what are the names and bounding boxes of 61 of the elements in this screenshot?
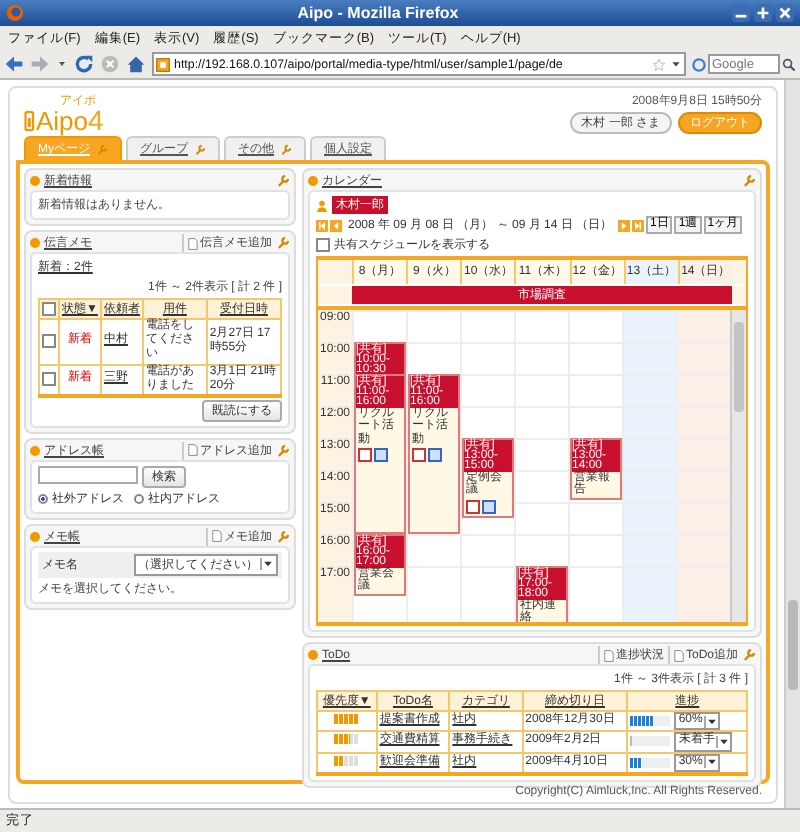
logo-version-text: 4	[88, 106, 104, 134]
caret-icon[interactable]	[704, 756, 719, 769]
wrench-icon[interactable]	[742, 174, 756, 188]
previous-day-icon[interactable]	[330, 219, 342, 232]
bullet-icon	[308, 650, 318, 661]
wrench-icon[interactable]	[276, 529, 290, 544]
row-checkbox[interactable]	[42, 371, 56, 386]
row-checkbox[interactable]	[42, 333, 56, 348]
caret-icon[interactable]	[716, 735, 731, 748]
bullet-icon	[30, 238, 40, 248]
wrench-icon[interactable]	[194, 143, 206, 155]
minimize-icon[interactable]	[732, 4, 750, 22]
wrench-icon[interactable]	[276, 174, 290, 188]
document-icon[interactable]	[673, 649, 684, 662]
browser-logo-icon	[6, 4, 24, 22]
next-week-icon[interactable]	[632, 219, 645, 232]
priority-meter	[334, 714, 359, 725]
progress-bar	[630, 736, 671, 747]
search-engine-icon[interactable]	[692, 57, 706, 71]
header-corner-cell	[318, 260, 352, 285]
all-day-label-cell	[318, 286, 352, 305]
all-day-label-cell	[732, 286, 746, 305]
previous-week-icon[interactable]	[316, 219, 328, 232]
radio-button[interactable]	[38, 493, 48, 504]
next-day-icon[interactable]	[618, 219, 631, 232]
site-icon	[156, 57, 170, 71]
caret-icon[interactable]	[260, 558, 274, 571]
progress-bar	[630, 757, 671, 768]
search-icon[interactable]	[782, 57, 796, 71]
window-title: Aipo - Mozilla Firefox	[295, 4, 461, 22]
scrollbar[interactable]	[784, 80, 800, 808]
reload-icon[interactable]	[74, 54, 94, 74]
wrench-icon[interactable]	[280, 143, 292, 155]
logo-icon	[24, 108, 36, 134]
document-icon[interactable]	[603, 649, 614, 662]
person-icon	[316, 199, 328, 211]
logo-text: Aipo	[36, 108, 89, 134]
radio-button[interactable]	[134, 493, 144, 504]
document-icon[interactable]	[212, 530, 222, 543]
wrench-icon[interactable]	[276, 443, 290, 458]
address-search-field[interactable]	[38, 465, 138, 484]
maximize-icon[interactable]	[754, 4, 772, 22]
caret-icon[interactable]	[704, 715, 719, 728]
home-icon[interactable]	[126, 54, 146, 74]
bullet-icon	[30, 531, 40, 542]
close-icon[interactable]	[776, 4, 794, 22]
caret-icon[interactable]	[670, 58, 682, 70]
shared-schedule-checkbox[interactable]	[316, 238, 330, 253]
document-icon[interactable]	[188, 237, 198, 249]
wrench-icon[interactable]	[742, 648, 756, 663]
bullet-icon	[30, 445, 40, 456]
priority-meter	[334, 734, 359, 745]
scrollbar[interactable]	[730, 310, 746, 623]
progress-bar	[630, 716, 671, 727]
priority-meter	[334, 755, 359, 766]
document-icon[interactable]	[188, 444, 198, 457]
bullet-icon	[30, 176, 40, 186]
wrench-icon[interactable]	[276, 236, 290, 250]
bullet-icon	[308, 176, 318, 186]
back-arrow-icon[interactable]	[4, 54, 24, 74]
star-icon[interactable]	[652, 57, 666, 71]
